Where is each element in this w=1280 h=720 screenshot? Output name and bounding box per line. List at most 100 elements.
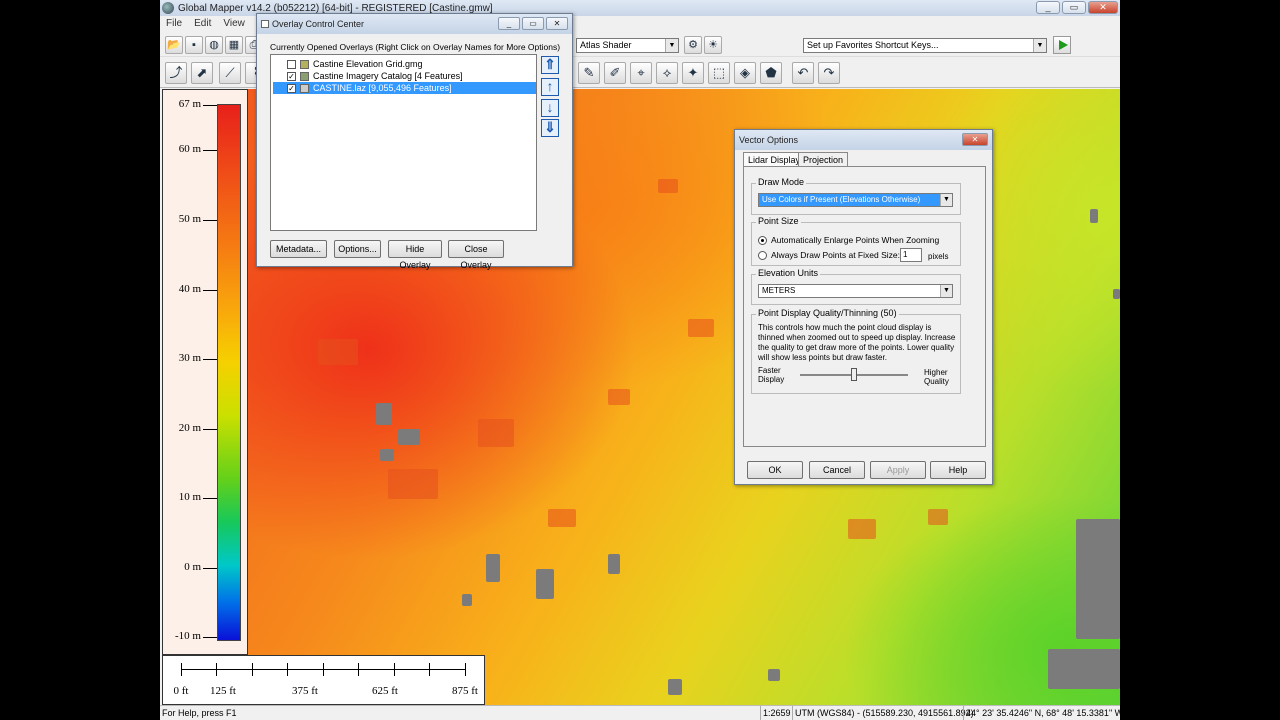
elevation-units-group: Elevation Units METERS ▼: [751, 268, 961, 305]
overlay-item[interactable]: Castine Elevation Grid.gmg: [273, 58, 536, 70]
overlay-list[interactable]: Castine Elevation Grid.gmg ✓ Castine Ima…: [270, 54, 537, 231]
move-to-top-button[interactable]: ⇑: [541, 56, 559, 74]
redo-icon[interactable]: ↷: [818, 62, 840, 84]
status-bar: For Help, press F1 1:2659 UTM (WGS84) - …: [160, 705, 1120, 720]
overlay-visibility-checkbox[interactable]: ✓: [287, 83, 296, 93]
legend-label: 0 m: [184, 561, 201, 573]
dialog-title-bar: Overlay Control Center _ ▭ ✕: [257, 14, 572, 34]
quality-label-2: Quality: [924, 377, 949, 386]
scale-label: 0 ft: [173, 685, 189, 697]
elevation-units-select[interactable]: METERS ▼: [758, 284, 953, 298]
close-overlay-button[interactable]: Close Overlay: [448, 240, 504, 270]
shader-settings-icon[interactable]: ⚙: [684, 36, 702, 54]
vector-options-dialog: Vector Options ✕ Lidar Display Projectio…: [734, 129, 993, 485]
feature-edit-icon-4[interactable]: ⟡: [656, 62, 678, 84]
lighting-icon[interactable]: ☀: [704, 36, 722, 54]
legend-label: 50 m: [178, 213, 201, 225]
minimize-button[interactable]: _: [498, 17, 520, 30]
radio-unselected-icon: [758, 250, 767, 260]
feature-edit-icon-6[interactable]: ⬚: [708, 62, 730, 84]
elevation-grid-icon: [300, 59, 309, 69]
overlay-item-selected[interactable]: ✓ CASTINE.laz [9,055,496 Features]: [273, 82, 536, 94]
app-globe-icon: [162, 2, 174, 14]
legend-label: 30 m: [178, 352, 201, 364]
scale-label: 375 ft: [292, 685, 318, 697]
open-folder-icon[interactable]: 📂: [165, 36, 183, 54]
elevation-legend: 67 m 60 m 50 m 40 m 30 m 20 m 10 m 0 m -…: [162, 89, 248, 655]
legend-label: -10 m: [175, 630, 201, 642]
overlay-visibility-checkbox[interactable]: ✓: [287, 71, 296, 81]
draw-mode-group: Draw Mode Use Colors if Present (Elevati…: [751, 177, 961, 215]
scale-label: 125 ft: [210, 685, 236, 697]
draw-mode-select[interactable]: Use Colors if Present (Elevations Otherw…: [758, 193, 953, 207]
menu-view[interactable]: View: [223, 18, 245, 29]
minimize-button[interactable]: _: [1036, 1, 1060, 14]
tab-projection[interactable]: Projection: [798, 152, 849, 167]
status-scale: 1:2659: [760, 706, 791, 720]
quality-slider-thumb[interactable]: [851, 368, 857, 381]
ok-button[interactable]: OK: [747, 461, 803, 479]
menu-edit[interactable]: Edit: [194, 18, 211, 29]
shader-select[interactable]: Atlas Shader ▼: [576, 38, 679, 53]
select-tool-icon[interactable]: ⬈: [191, 62, 213, 84]
menu-file[interactable]: File: [166, 18, 182, 29]
feature-edit-icon-2[interactable]: ✐: [604, 62, 626, 84]
elevation-color-ramp: [217, 104, 241, 641]
imagery-catalog-icon: [300, 71, 309, 81]
legend-label: 40 m: [178, 283, 201, 295]
overlay-item[interactable]: ✓ Castine Imagery Catalog [4 Features]: [273, 70, 536, 82]
run-favorite-button[interactable]: [1053, 36, 1071, 54]
faster-label-2: Display: [758, 375, 785, 384]
feature-edit-icon-3[interactable]: ⌖: [630, 62, 652, 84]
feature-edit-icon-5[interactable]: ✦: [682, 62, 704, 84]
move-down-button[interactable]: ↓: [541, 99, 559, 117]
scale-label: 625 ft: [372, 685, 398, 697]
maximize-button[interactable]: ▭: [1062, 1, 1086, 14]
overlay-visibility-checkbox[interactable]: [287, 59, 296, 69]
tab-lidar-display[interactable]: Lidar Display: [743, 152, 806, 167]
fixed-size-radio[interactable]: Always Draw Points at Fixed Size:: [758, 250, 900, 260]
feature-edit-icon-1[interactable]: ✎: [578, 62, 600, 84]
global-mapper-window: Global Mapper v14.2 (b052212) [64-bit] -…: [160, 0, 1120, 720]
faster-label-1: Faster: [758, 366, 781, 375]
status-help: For Help, press F1: [162, 708, 237, 718]
chevron-down-icon: ▼: [940, 285, 952, 297]
catalog-icon[interactable]: ▦: [225, 36, 243, 54]
favorites-select[interactable]: Set up Favorites Shortcut Keys... ▼: [803, 38, 1047, 53]
maximize-button[interactable]: ▭: [522, 17, 544, 30]
window-icon: [261, 20, 269, 28]
close-button[interactable]: ✕: [546, 17, 568, 30]
close-button[interactable]: ✕: [962, 133, 988, 146]
move-to-bottom-button[interactable]: ⇓: [541, 119, 559, 137]
pan-tool-icon[interactable]: ⤴: [165, 62, 187, 84]
feature-edit-icon-8[interactable]: ⬟: [760, 62, 782, 84]
overlay-control-center-dialog: Overlay Control Center _ ▭ ✕ Currently O…: [256, 13, 573, 270]
point-size-input[interactable]: 1: [900, 248, 922, 262]
window-title: Global Mapper v14.2 (b052212) [64-bit] -…: [178, 2, 493, 14]
point-cloud-icon: [300, 83, 309, 93]
scale-bar: 0 ft 125 ft 375 ft 625 ft 875 ft: [162, 655, 485, 705]
status-latlon: 44° 23' 35.4246" N, 68° 48' 15.3381" W: [963, 706, 1120, 720]
help-button[interactable]: Help: [930, 461, 986, 479]
quality-label: Point Display Quality/Thinning (50): [756, 308, 899, 318]
auto-enlarge-radio[interactable]: Automatically Enlarge Points When Zoomin…: [758, 235, 939, 245]
elevation-units-label: Elevation Units: [756, 268, 821, 278]
close-window-button[interactable]: ✕: [1088, 1, 1118, 14]
globe-icon[interactable]: ◍: [205, 36, 223, 54]
quality-group: Point Display Quality/Thinning (50) This…: [751, 308, 961, 394]
apply-button[interactable]: Apply: [870, 461, 926, 479]
dialog-title: Overlay Control Center: [272, 19, 365, 29]
metadata-button[interactable]: Metadata...: [270, 240, 327, 258]
chevron-down-icon: ▼: [940, 194, 952, 206]
legend-label: 10 m: [178, 491, 201, 503]
overlay-list-header: Currently Opened Overlays (Right Click o…: [270, 42, 561, 52]
cancel-button[interactable]: Cancel: [809, 461, 865, 479]
options-button[interactable]: Options...: [334, 240, 381, 258]
status-projection: UTM (WGS84) - (515589.230, 4915561.892): [792, 706, 974, 720]
feature-edit-icon-7[interactable]: ◈: [734, 62, 756, 84]
move-up-button[interactable]: ↑: [541, 78, 559, 96]
save-icon[interactable]: ▪: [185, 36, 203, 54]
hide-overlay-button[interactable]: Hide Overlay: [388, 240, 442, 270]
undo-icon[interactable]: ↶: [792, 62, 814, 84]
measure-tool-icon[interactable]: ⟋: [219, 62, 241, 84]
